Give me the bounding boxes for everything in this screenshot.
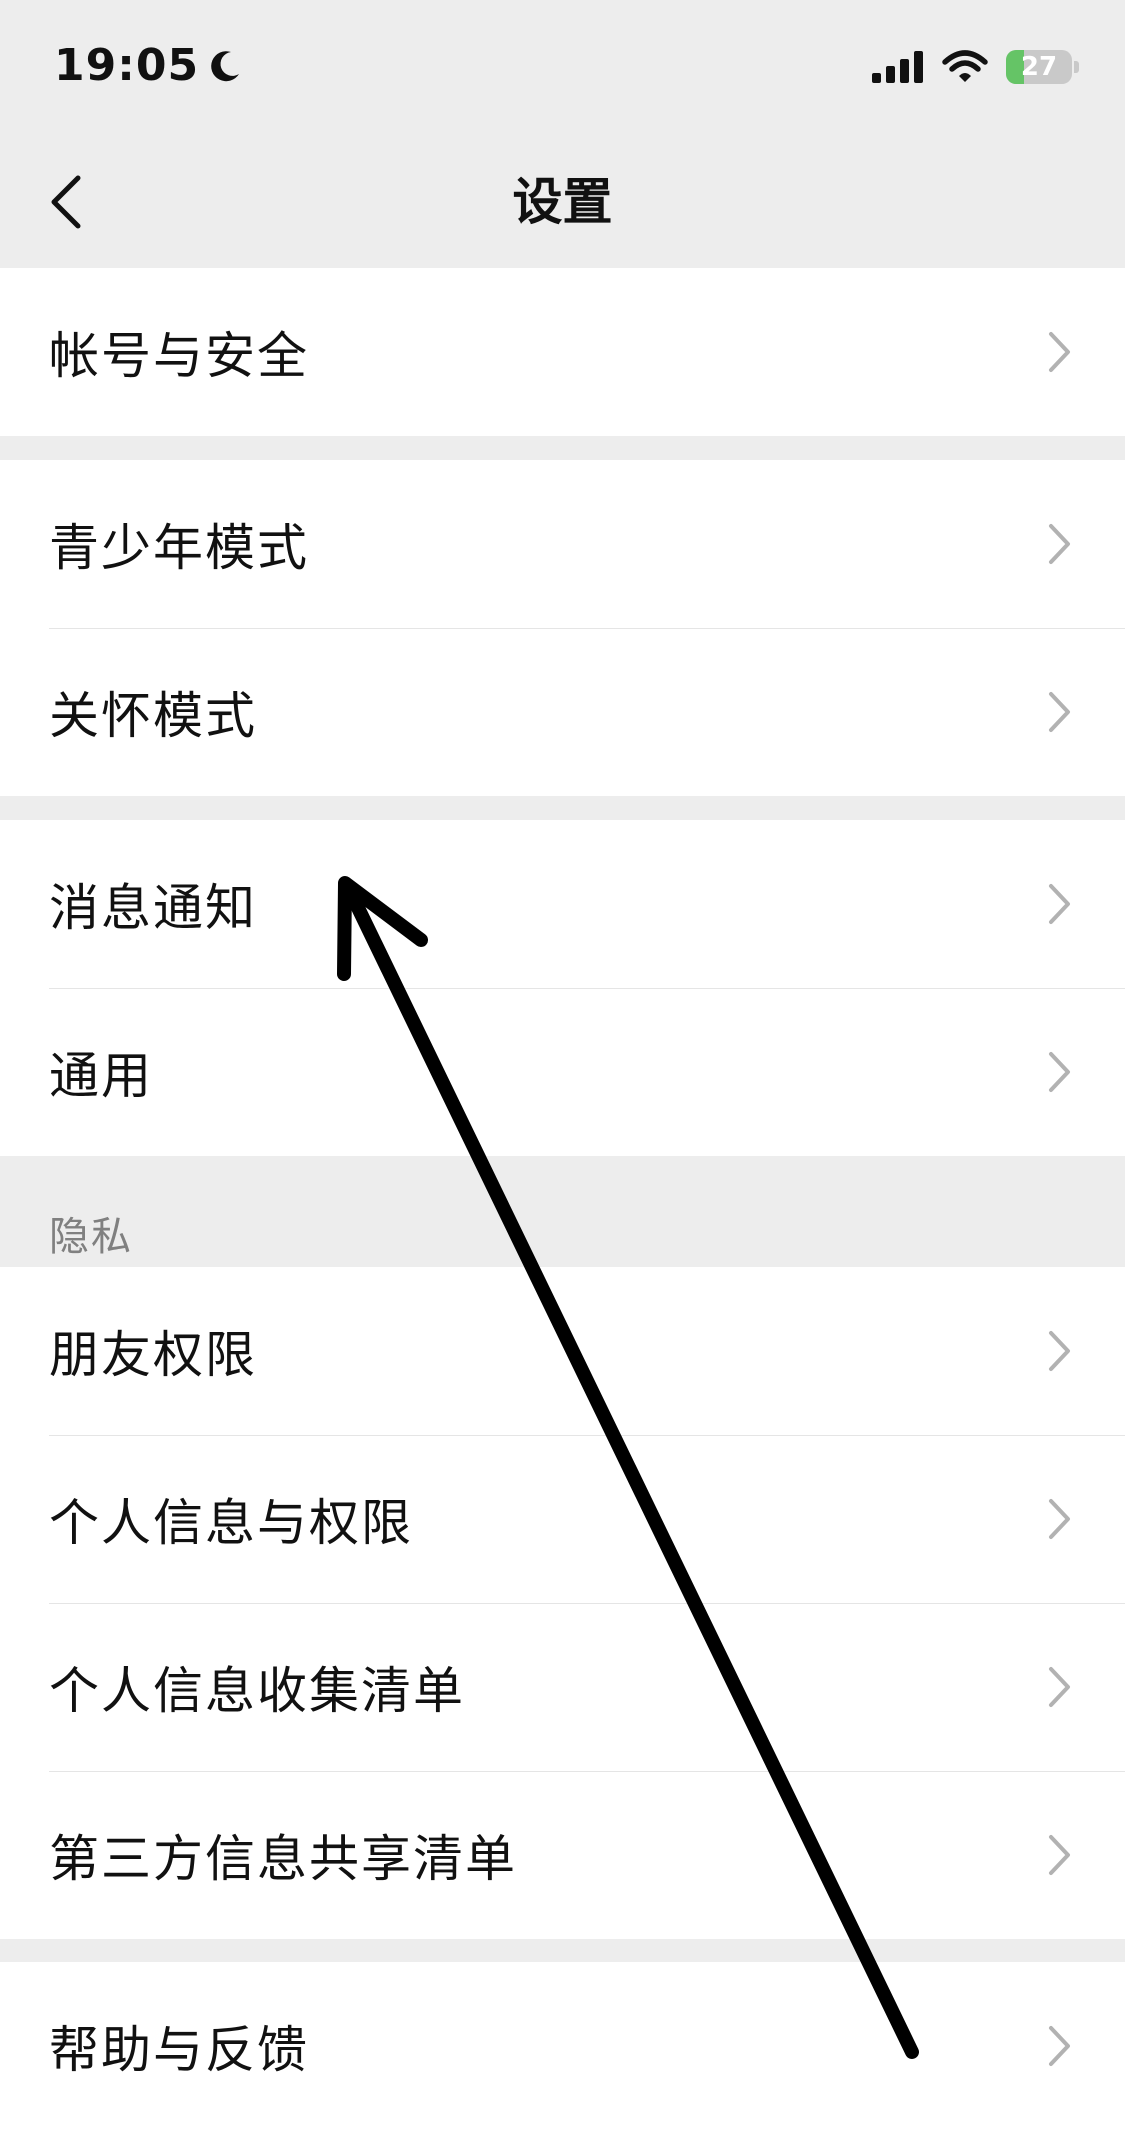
moon-icon <box>211 50 240 81</box>
settings-item-friend-permissions[interactable]: 朋友权限 <box>0 1267 1125 1435</box>
chevron-right-icon <box>1049 1835 1070 1875</box>
settings-item-account-security[interactable]: 帐号与安全 <box>0 268 1125 436</box>
settings-item-personal-info-collection[interactable]: 个人信息收集清单 <box>0 1603 1125 1771</box>
status-time: 19:05 <box>54 40 245 91</box>
section-header-privacy: 隐私 <box>49 1214 133 1260</box>
settings-item-label: 朋友权限 <box>49 1326 257 1384</box>
battery-level: 27 <box>1020 52 1058 82</box>
settings-group-general: 消息通知 通用 <box>0 820 1125 1156</box>
chevron-right-icon <box>1049 1499 1070 1539</box>
settings-item-notifications[interactable]: 消息通知 <box>0 820 1125 988</box>
chevron-right-icon <box>1049 1667 1070 1707</box>
chevron-right-icon <box>1049 884 1070 924</box>
chevron-right-icon <box>1049 332 1070 372</box>
settings-item-label: 第三方信息共享清单 <box>49 1830 517 1888</box>
chevron-right-icon <box>1049 524 1070 564</box>
settings-item-label: 青少年模式 <box>49 519 309 577</box>
cellular-signal-icon <box>872 51 923 83</box>
settings-group-privacy: 朋友权限 个人信息与权限 个人信息收集清单 第三方信息共享清单 <box>0 1267 1125 1939</box>
status-bar: 19:05 27 <box>0 0 1125 138</box>
settings-item-label: 帮助与反馈 <box>49 2021 309 2079</box>
settings-item-teen-mode[interactable]: 青少年模式 <box>0 460 1125 628</box>
wifi-icon <box>942 50 988 82</box>
battery-cap <box>1074 61 1079 73</box>
settings-item-care-mode[interactable]: 关怀模式 <box>0 628 1125 796</box>
chevron-right-icon <box>1049 692 1070 732</box>
settings-item-label: 帐号与安全 <box>49 327 309 385</box>
settings-item-third-party-sharing[interactable]: 第三方信息共享清单 <box>0 1771 1125 1939</box>
settings-item-label: 通用 <box>49 1047 153 1105</box>
settings-item-label: 消息通知 <box>49 879 257 937</box>
nav-bar: 设置 <box>0 138 1125 268</box>
settings-item-personal-info-permissions[interactable]: 个人信息与权限 <box>0 1435 1125 1603</box>
settings-item-label: 关怀模式 <box>49 687 257 745</box>
settings-item-label: 个人信息与权限 <box>49 1494 413 1552</box>
status-indicators: 27 <box>872 50 1079 84</box>
chevron-right-icon <box>1049 2026 1070 2066</box>
settings-group-modes: 青少年模式 关怀模式 <box>0 460 1125 796</box>
settings-group-help: 帮助与反馈 <box>0 1962 1125 2130</box>
battery-icon: 27 <box>1006 50 1072 84</box>
settings-group-account: 帐号与安全 <box>0 268 1125 436</box>
settings-item-help-feedback[interactable]: 帮助与反馈 <box>0 1962 1125 2130</box>
status-time-text: 19:05 <box>54 40 200 91</box>
page-title: 设置 <box>512 173 613 231</box>
chevron-right-icon <box>1049 1331 1070 1371</box>
settings-item-label: 个人信息收集清单 <box>49 1662 465 1720</box>
chevron-right-icon <box>1049 1052 1070 1092</box>
settings-item-general[interactable]: 通用 <box>0 988 1125 1156</box>
